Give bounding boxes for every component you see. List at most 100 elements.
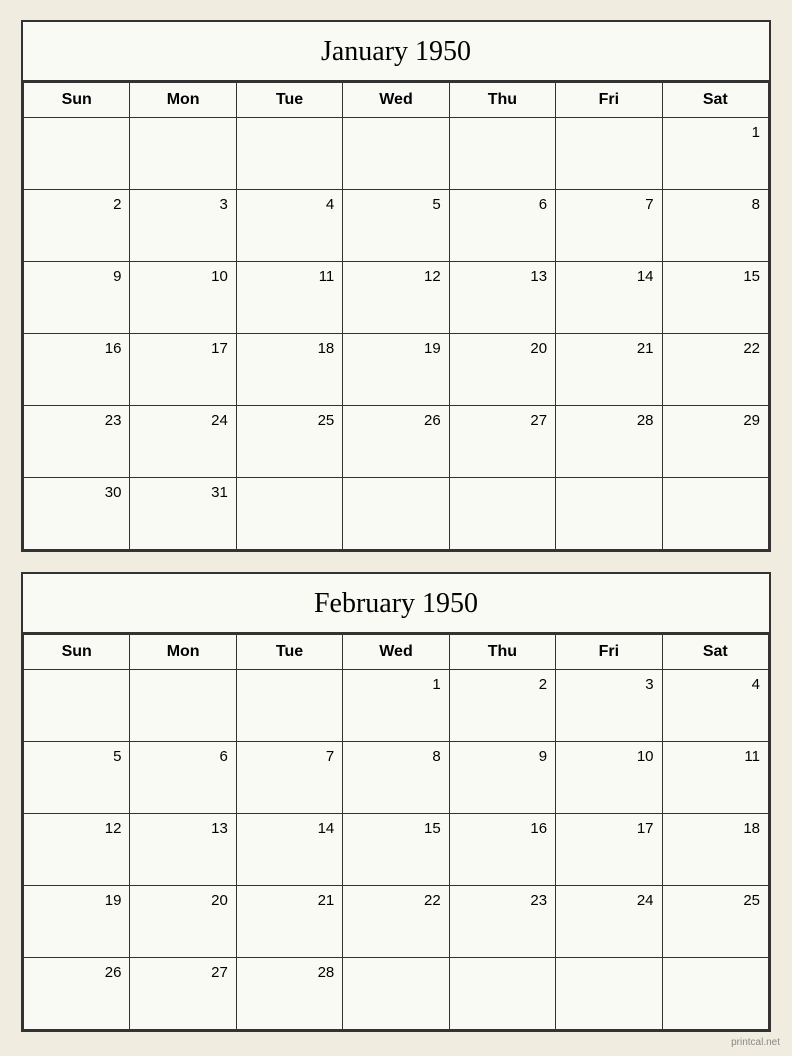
jan-cell-empty (556, 118, 662, 190)
jan-day-14: 14 (556, 262, 662, 334)
jan-day-21: 21 (556, 334, 662, 406)
feb-week-5: 26 27 28 (24, 958, 769, 1030)
jan-cell-empty (130, 118, 236, 190)
jan-day-6: 6 (449, 190, 555, 262)
jan-week-6: 30 31 (24, 478, 769, 550)
jan-cell-empty (449, 118, 555, 190)
feb-header-mon: Mon (130, 635, 236, 670)
jan-day-10: 10 (130, 262, 236, 334)
jan-day-23: 23 (24, 406, 130, 478)
january-grid: Sun Mon Tue Wed Thu Fri Sat 1 2 3 (23, 82, 769, 550)
jan-header-fri: Fri (556, 83, 662, 118)
feb-cell-empty (449, 958, 555, 1030)
jan-day-12: 12 (343, 262, 449, 334)
feb-day-26: 26 (24, 958, 130, 1030)
jan-cell-empty (343, 478, 449, 550)
feb-day-12: 12 (24, 814, 130, 886)
jan-day-7: 7 (556, 190, 662, 262)
jan-header-tue: Tue (236, 83, 342, 118)
jan-day-8: 8 (662, 190, 768, 262)
jan-cell-empty (24, 118, 130, 190)
jan-day-11: 11 (236, 262, 342, 334)
jan-day-19: 19 (343, 334, 449, 406)
feb-day-17: 17 (556, 814, 662, 886)
feb-day-25: 25 (662, 886, 768, 958)
feb-week-1: 1 2 3 4 (24, 670, 769, 742)
feb-day-8: 8 (343, 742, 449, 814)
feb-cell-empty (236, 670, 342, 742)
feb-day-21: 21 (236, 886, 342, 958)
feb-day-18: 18 (662, 814, 768, 886)
jan-day-29: 29 (662, 406, 768, 478)
jan-day-2: 2 (24, 190, 130, 262)
feb-header-sat: Sat (662, 635, 768, 670)
feb-header-thu: Thu (449, 635, 555, 670)
jan-cell-empty (556, 478, 662, 550)
jan-day-17: 17 (130, 334, 236, 406)
feb-day-15: 15 (343, 814, 449, 886)
feb-header-wed: Wed (343, 635, 449, 670)
feb-day-2: 2 (449, 670, 555, 742)
jan-cell-empty (449, 478, 555, 550)
feb-day-1: 1 (343, 670, 449, 742)
feb-day-5: 5 (24, 742, 130, 814)
jan-header-thu: Thu (449, 83, 555, 118)
feb-header-fri: Fri (556, 635, 662, 670)
feb-header-sun: Sun (24, 635, 130, 670)
jan-day-9: 9 (24, 262, 130, 334)
jan-day-24: 24 (130, 406, 236, 478)
feb-week-4: 19 20 21 22 23 24 25 (24, 886, 769, 958)
feb-day-6: 6 (130, 742, 236, 814)
jan-week-1: 1 (24, 118, 769, 190)
feb-cell-empty (130, 670, 236, 742)
january-calendar: January 1950 Sun Mon Tue Wed Thu Fri Sat… (21, 20, 771, 552)
jan-cell-empty (236, 478, 342, 550)
feb-day-3: 3 (556, 670, 662, 742)
jan-day-27: 27 (449, 406, 555, 478)
jan-week-4: 16 17 18 19 20 21 22 (24, 334, 769, 406)
feb-cell-empty (24, 670, 130, 742)
feb-day-11: 11 (662, 742, 768, 814)
jan-cell-empty (662, 478, 768, 550)
february-grid: Sun Mon Tue Wed Thu Fri Sat 1 2 3 4 5 6 (23, 634, 769, 1030)
feb-day-7: 7 (236, 742, 342, 814)
jan-day-26: 26 (343, 406, 449, 478)
january-header-row: Sun Mon Tue Wed Thu Fri Sat (24, 83, 769, 118)
feb-day-23: 23 (449, 886, 555, 958)
jan-day-3: 3 (130, 190, 236, 262)
feb-cell-empty (662, 958, 768, 1030)
jan-day-4: 4 (236, 190, 342, 262)
watermark: printcal.net (731, 1037, 780, 1048)
jan-day-5: 5 (343, 190, 449, 262)
feb-day-28: 28 (236, 958, 342, 1030)
feb-cell-empty (343, 958, 449, 1030)
jan-day-1: 1 (662, 118, 768, 190)
jan-day-22: 22 (662, 334, 768, 406)
feb-day-9: 9 (449, 742, 555, 814)
jan-week-3: 9 10 11 12 13 14 15 (24, 262, 769, 334)
feb-day-4: 4 (662, 670, 768, 742)
feb-cell-empty (556, 958, 662, 1030)
january-title: January 1950 (23, 22, 769, 82)
february-title: February 1950 (23, 574, 769, 634)
jan-day-31: 31 (130, 478, 236, 550)
feb-day-10: 10 (556, 742, 662, 814)
feb-week-3: 12 13 14 15 16 17 18 (24, 814, 769, 886)
jan-header-wed: Wed (343, 83, 449, 118)
feb-day-24: 24 (556, 886, 662, 958)
jan-header-sat: Sat (662, 83, 768, 118)
jan-day-25: 25 (236, 406, 342, 478)
jan-header-mon: Mon (130, 83, 236, 118)
feb-week-2: 5 6 7 8 9 10 11 (24, 742, 769, 814)
feb-day-27: 27 (130, 958, 236, 1030)
feb-day-19: 19 (24, 886, 130, 958)
feb-header-tue: Tue (236, 635, 342, 670)
feb-day-16: 16 (449, 814, 555, 886)
jan-week-2: 2 3 4 5 6 7 8 (24, 190, 769, 262)
jan-day-13: 13 (449, 262, 555, 334)
feb-day-22: 22 (343, 886, 449, 958)
february-header-row: Sun Mon Tue Wed Thu Fri Sat (24, 635, 769, 670)
jan-day-30: 30 (24, 478, 130, 550)
feb-day-13: 13 (130, 814, 236, 886)
feb-day-20: 20 (130, 886, 236, 958)
